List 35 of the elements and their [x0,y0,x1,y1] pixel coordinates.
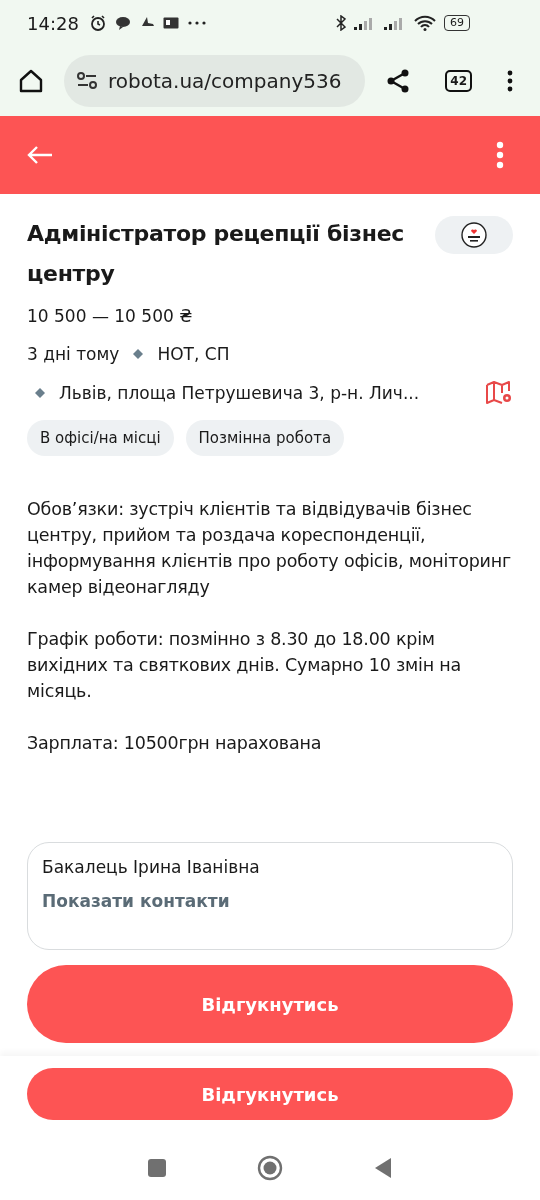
home-button-icon[interactable] [257,1155,283,1181]
company-name[interactable]: НОТ, СП [157,344,230,364]
recents-icon[interactable] [147,1158,167,1178]
diamond-icon [35,388,45,398]
back-icon[interactable] [26,144,54,166]
description-paragraph: Обов’язки: зустріч клієнтів та відвідувачів бізнес центру, прийом та роздача кореспонденції, інформування клієнтів про роботу офісів, моніторинг камер відеонагляду [27,498,512,599]
show-contacts-link[interactable]: Показати контакти [42,891,230,911]
bluetooth-icon [336,15,346,31]
vacancy-title: Адміністратор рецепції бізнес центру [27,220,405,288]
tab-count-button[interactable]: 42 [445,70,472,92]
tag-chip: Позмінна робота [185,420,345,456]
tag-chip: В офісі/на місці [27,420,174,456]
chat-icon [114,16,131,30]
description-paragraph: Графік роботи: позмінно з 8.30 до 18.00 крім вихідних та святкових днів. Сумарно 10 змін на місяць. [27,628,463,703]
battery-indicator: 69 [444,15,470,31]
diamond-icon [133,349,144,359]
more-icon [186,20,207,26]
posted-date: 3 дні тому [27,344,120,364]
heart-logo-icon [461,222,487,248]
map-pin-icon[interactable] [485,380,513,406]
site-settings-icon[interactable] [76,71,98,91]
company-logo-button[interactable] [435,216,513,254]
card-icon [162,17,179,29]
back-button-icon[interactable] [373,1157,393,1179]
address-bar[interactable]: robota.ua/company536 [64,55,366,107]
wifi-icon [414,15,436,31]
menu-icon[interactable] [506,69,514,93]
status-time: 14:28 [27,12,79,34]
location-text: Львів, площа Петрушевича 3, р-н. Лич... [59,383,421,403]
alarm-icon [88,14,107,32]
more-options-icon[interactable] [495,141,505,169]
contact-name: Бакалець Ірина Іванівна [42,857,261,877]
home-icon[interactable] [18,68,44,94]
salary-text: 10 500 — 10 500 ₴ [27,306,194,326]
description-paragraph: Зарплата: 10500грн нарахована [27,732,323,755]
